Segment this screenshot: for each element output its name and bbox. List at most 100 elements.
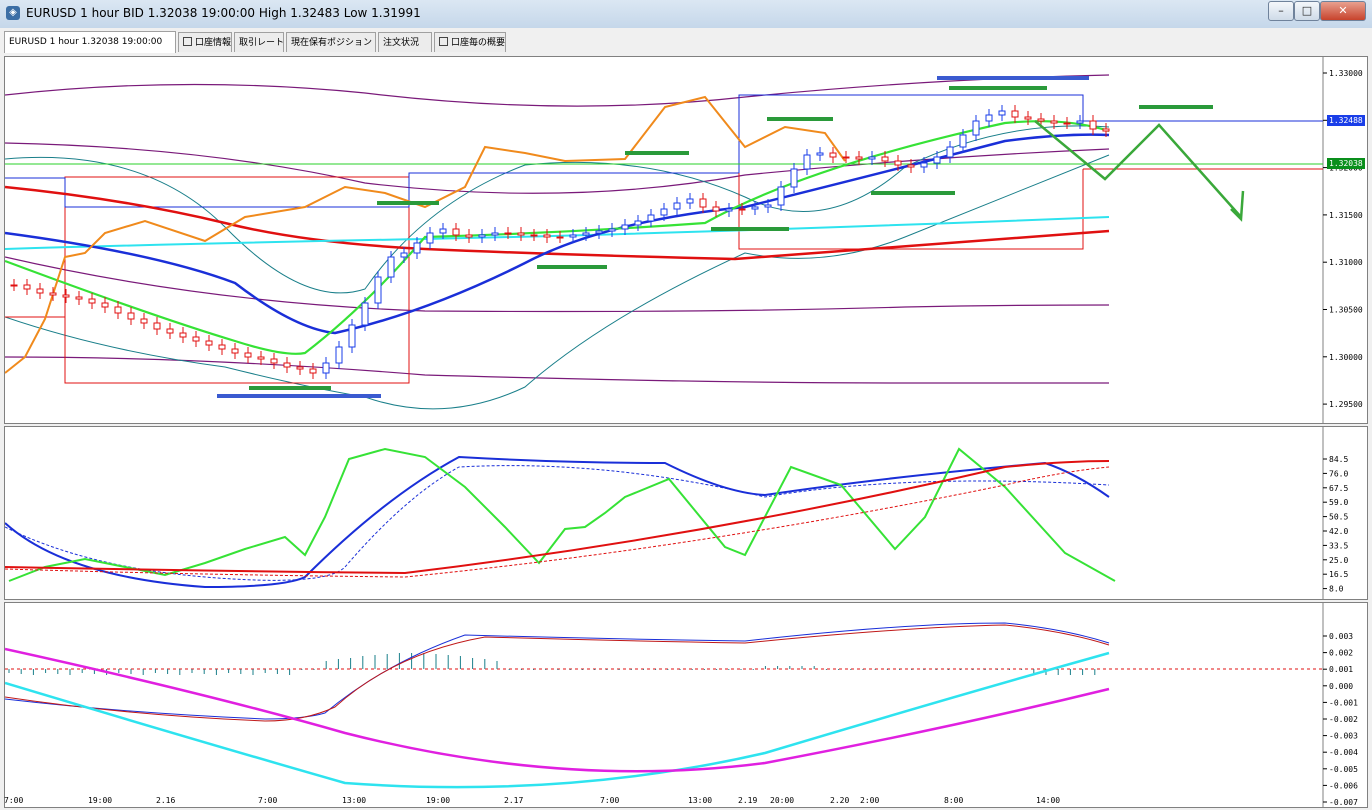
candle: [621, 224, 629, 230]
candle: [842, 156, 850, 159]
time-axis-label: 7:00: [600, 796, 620, 805]
time-axis-label: 20:00: [770, 796, 795, 805]
candle: [1076, 120, 1084, 124]
stoch-rsi-signal: [5, 466, 1110, 578]
macd-tick-label: -0.004: [1329, 748, 1358, 757]
candle: [855, 156, 863, 160]
candle: [1037, 118, 1045, 122]
candle: [907, 164, 915, 168]
stoch-tick-label: 25.0: [1329, 556, 1348, 565]
price-tick-label: 1.29500: [1329, 400, 1363, 409]
candle: [686, 198, 694, 204]
candle: [777, 186, 785, 206]
price-tag-high: 1.32488: [1327, 115, 1365, 126]
price-chart-pane[interactable]: 1.330001.325001.320001.315001.310001.305…: [4, 56, 1368, 424]
tab-strip: EURUSD 1 hour 1.32038 19:00:00 口座情報 取引レー…: [0, 28, 1372, 54]
time-axis-label: 7:00: [4, 796, 24, 805]
candle: [816, 152, 824, 156]
stoch-tick-label: 42.0: [1329, 527, 1348, 536]
candle: [517, 232, 525, 236]
window-title: EURUSD 1 hour BID 1.32038 19:00:00 High …: [26, 6, 421, 20]
macd-tick-label: -0.006: [1329, 781, 1358, 790]
time-axis-label: 2:00: [860, 796, 880, 805]
stoch-tick-label: 50.5: [1329, 513, 1348, 522]
candle: [166, 328, 174, 334]
candle: [1063, 122, 1071, 125]
candle: [101, 302, 109, 308]
macd-pane[interactable]: 0.003 0.002 0.001 0.000 -0.001 -0.002 -0.003 -0…: [4, 602, 1368, 808]
candle: [413, 242, 421, 254]
macd-histogram: [8, 653, 1096, 675]
candle: [400, 252, 408, 258]
tab-account-summary[interactable]: 口座毎の概要: [434, 32, 506, 52]
stoch-tick-label: 84.5: [1329, 455, 1348, 464]
price-tick-label: 1.33000: [1329, 69, 1363, 78]
maximize-button[interactable]: □: [1294, 1, 1320, 21]
candle: [153, 322, 161, 330]
price-tick-label: 1.30000: [1329, 353, 1363, 362]
candle: [582, 232, 590, 236]
candle: [920, 162, 928, 168]
candle: [751, 206, 759, 210]
candle: [348, 324, 356, 348]
tab-box-icon: [439, 37, 448, 46]
stoch-fast-line: [8, 447, 1116, 582]
macd-cyan-line: [5, 651, 1110, 789]
tab-orders[interactable]: 注文状況: [378, 32, 432, 52]
tab-chart-eurusd[interactable]: EURUSD 1 hour 1.32038 19:00:00: [4, 31, 176, 53]
candle: [10, 284, 18, 287]
macd-signal-line: [5, 624, 1110, 722]
candle: [36, 288, 44, 294]
candle: [88, 298, 96, 304]
price-chart-canvas: 1.330001.325001.320001.315001.310001.305…: [5, 57, 1363, 423]
stoch-slow-signal: [5, 465, 1110, 581]
stoch-tick-label: 8.0: [1329, 585, 1344, 594]
time-axis-label: 2.19: [738, 796, 758, 805]
tab-box-icon: [183, 37, 192, 46]
time-axis-label: 19:00: [88, 796, 113, 805]
time-axis-label: 7:00: [258, 796, 278, 805]
candle: [959, 134, 967, 148]
macd-magenta-line: [5, 647, 1110, 773]
macd-main-line: [5, 622, 1110, 720]
candle: [270, 358, 278, 364]
candle: [231, 348, 239, 354]
minimize-button[interactable]: –: [1268, 1, 1294, 21]
time-axis-label: 2.16: [156, 796, 176, 805]
stoch-tick-label: 76.0: [1329, 469, 1348, 478]
stoch-rsi-line: [5, 460, 1110, 575]
candle: [764, 204, 772, 208]
candle: [881, 156, 889, 162]
candle: [283, 362, 291, 368]
macd-tick-label: 0.000: [1329, 682, 1353, 691]
tab-account-info[interactable]: 口座情報: [178, 32, 232, 52]
candle: [673, 202, 681, 210]
window-title-bar: ◈ EURUSD 1 hour BID 1.32038 19:00:00 Hig…: [0, 0, 1372, 29]
candle: [439, 228, 447, 234]
candle: [738, 208, 746, 211]
price-tick-label: 1.31500: [1329, 211, 1363, 220]
candle: [803, 154, 811, 170]
stoch-tick-label: 59.0: [1329, 498, 1348, 507]
candle: [660, 208, 668, 216]
stochastic-axis-ticks: 84.5 76.0 67.5 59.0 50.5 42.0 33.5 25.0 16.5 8.0: [1323, 455, 1348, 594]
macd-tick-label: 0.002: [1329, 649, 1353, 658]
macd-tick-label: -0.003: [1329, 732, 1358, 741]
macd-tick-label: 0.001: [1329, 665, 1353, 674]
tab-rates[interactable]: 取引レート: [234, 32, 284, 52]
candle: [1050, 120, 1058, 124]
tab-positions[interactable]: 現在保有ポジション: [286, 32, 376, 52]
candle: [1102, 128, 1110, 132]
candle: [140, 318, 148, 324]
candle: [946, 146, 954, 158]
candle: [569, 234, 577, 238]
candle: [465, 234, 473, 238]
stochastic-canvas: 84.5 76.0 67.5 59.0 50.5 42.0 33.5 25.0 16.5 8.0: [5, 427, 1348, 599]
stochastic-pane[interactable]: 84.5 76.0 67.5 59.0 50.5 42.0 33.5 25.0 16.5 8.0: [4, 426, 1368, 600]
close-button[interactable]: ✕: [1320, 1, 1366, 21]
candle: [595, 230, 603, 234]
candle: [998, 110, 1006, 116]
candle: [335, 346, 343, 364]
candle: [699, 198, 707, 208]
price-tick-label: 1.31000: [1329, 258, 1363, 267]
